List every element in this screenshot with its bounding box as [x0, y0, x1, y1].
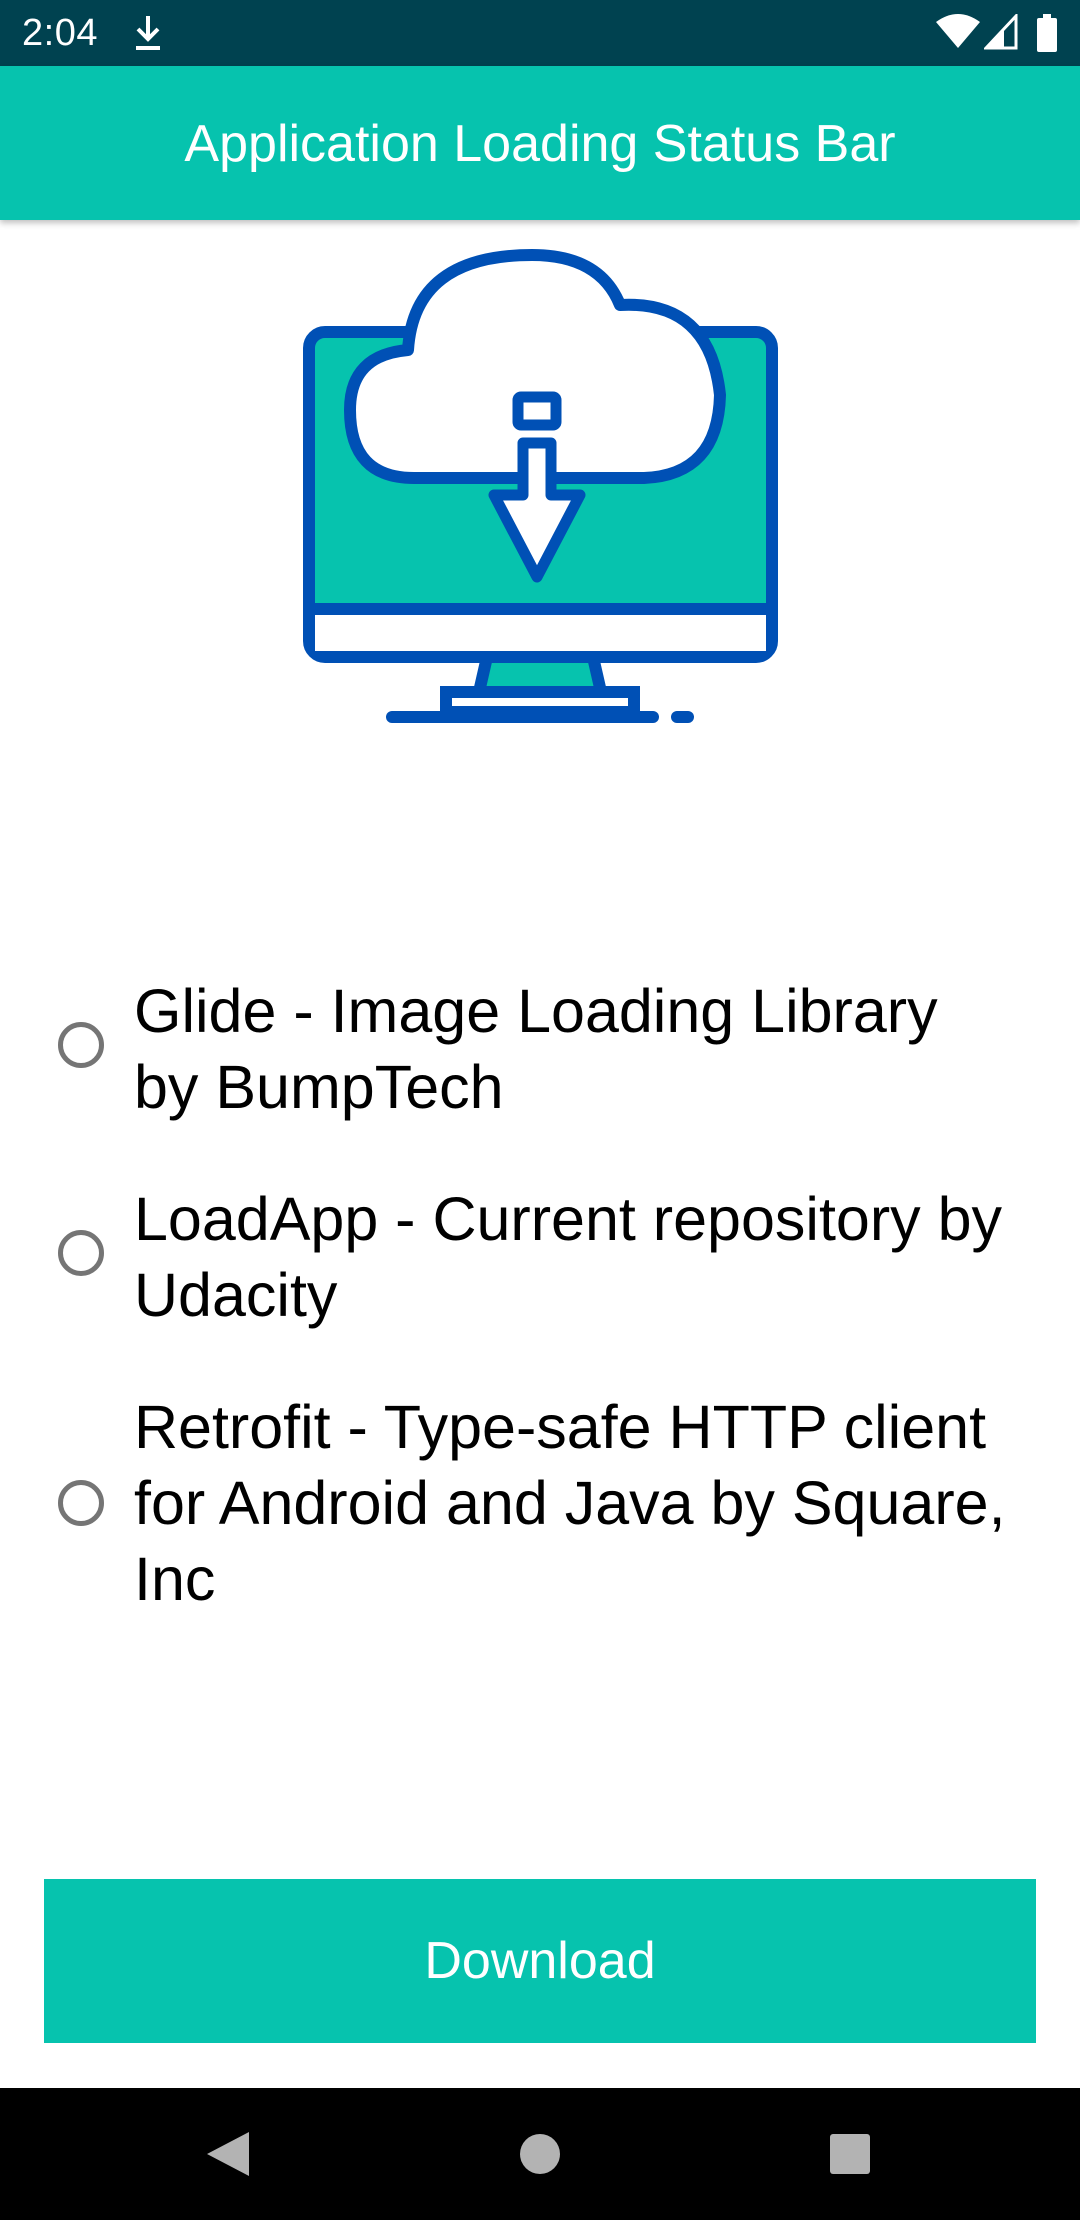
radio-option-retrofit[interactable]: Retrofit - Type-safe HTTP client for And… [58, 1391, 1018, 1623]
battery-icon [1037, 14, 1057, 52]
app-title: Application Loading Status Bar [184, 115, 896, 173]
recents-icon[interactable] [784, 2088, 916, 2220]
radio-button-retrofit[interactable] [58, 1480, 104, 1526]
signal-icon [984, 14, 1018, 50]
download-icon [136, 16, 160, 50]
radio-label-glide[interactable]: Glide - Image Loading Library by BumpTec… [134, 973, 1014, 1125]
download-button[interactable]: Download [44, 1879, 1036, 2043]
radio-option-glide[interactable]: Glide - Image Loading Library by BumpTec… [58, 975, 1018, 1135]
home-icon[interactable] [474, 2088, 606, 2220]
cloud-download-monitor-icon [303, 249, 778, 723]
wifi-icon [936, 14, 980, 48]
back-icon[interactable] [161, 2088, 293, 2220]
radio-label-loadapp[interactable]: LoadApp - Current repository by Udacity [134, 1181, 1014, 1333]
navigation-bar [0, 2088, 1080, 2220]
radio-button-glide[interactable] [58, 1022, 104, 1068]
status-time: 2:04 [22, 12, 98, 54]
app-bar: Application Loading Status Bar [0, 66, 1080, 220]
radio-button-loadapp[interactable] [58, 1230, 104, 1276]
radio-option-loadapp[interactable]: LoadApp - Current repository by Udacity [58, 1183, 1018, 1343]
status-bar: 2:04 [0, 0, 1080, 66]
radio-label-retrofit[interactable]: Retrofit - Type-safe HTTP client for And… [134, 1389, 1014, 1617]
